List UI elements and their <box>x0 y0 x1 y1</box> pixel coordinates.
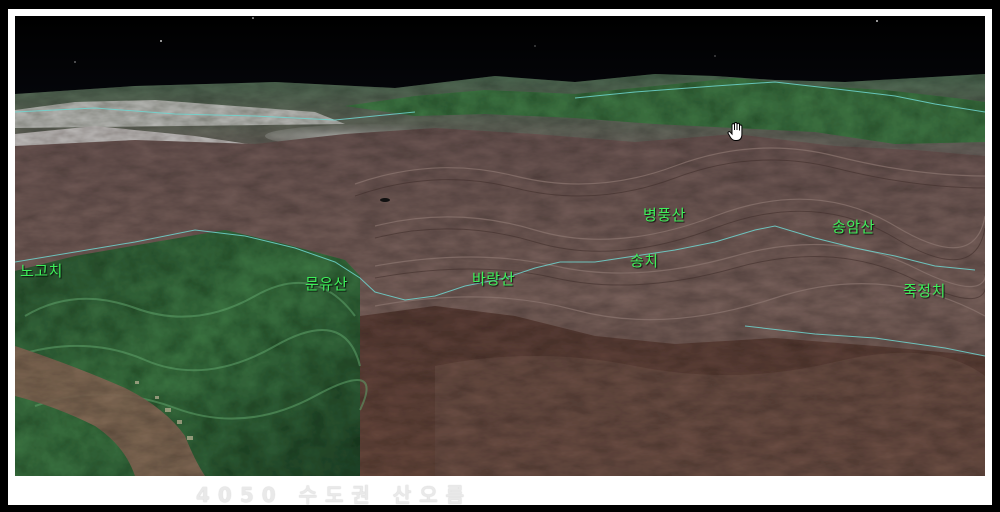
place-label-nogochi: 노고치 <box>20 262 63 280</box>
hand-pan-cursor-icon <box>727 122 743 141</box>
place-label-songamsan: 송암산 <box>832 218 875 236</box>
watermark-text: 4050 수도권 산오름 <box>196 483 472 507</box>
viewer-frame: 노고치 문유산 바랑산 송치 병풍산 송암산 죽정치 4050 수도권 산오름 <box>0 0 1000 512</box>
terrain-map-view[interactable]: 노고치 문유산 바랑산 송치 병풍산 송암산 죽정치 <box>15 16 985 476</box>
place-label-munyusan: 문유산 <box>305 275 348 293</box>
place-label-baraksan: 바랑산 <box>472 270 515 288</box>
terrain-render <box>15 16 985 476</box>
place-label-byeongpungsan: 병풍산 <box>643 206 686 224</box>
place-label-songchi: 송치 <box>630 252 659 270</box>
place-label-jukjeongchi: 죽정치 <box>903 282 946 300</box>
